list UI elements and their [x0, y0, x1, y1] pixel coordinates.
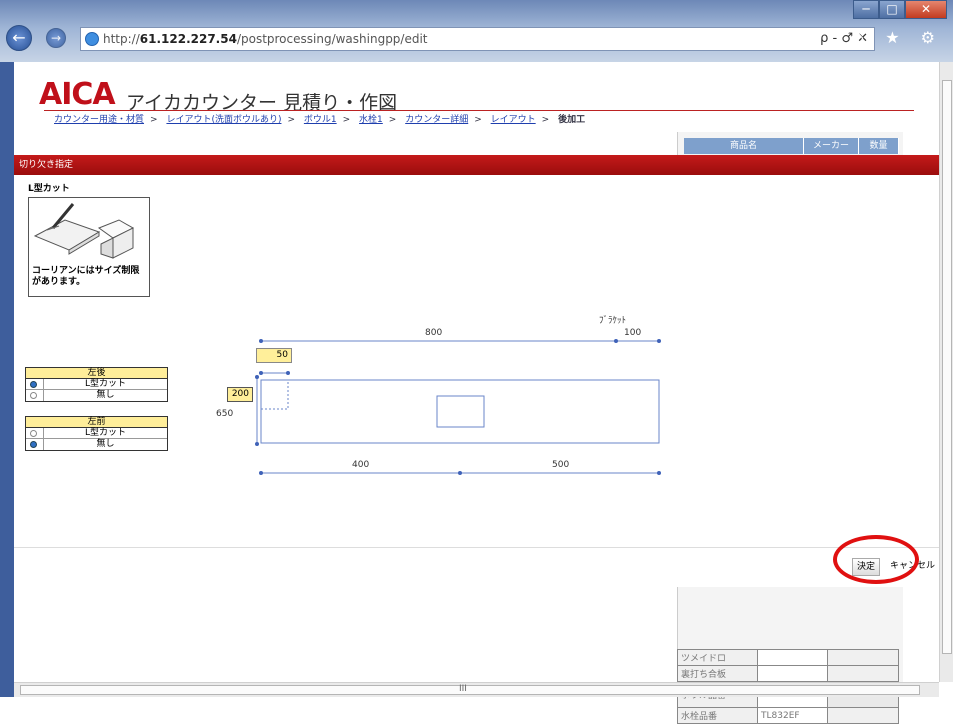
dim-point	[657, 471, 661, 475]
forward-button[interactable]: →	[46, 28, 66, 48]
dim-point	[286, 371, 290, 375]
table-cell: TL832EF	[757, 707, 828, 724]
cut-width-input[interactable]: 50	[256, 348, 292, 363]
address-bar[interactable]: http://61.122.227.54/postprocessing/wash…	[80, 27, 875, 51]
breadcrumb-layout-bowl[interactable]: レイアウト(洗面ボウルあり)	[166, 115, 281, 125]
dim-point	[255, 442, 259, 446]
dim-top-total: 800	[425, 328, 443, 338]
url-path: /postprocessing/washingpp/edit	[236, 32, 428, 46]
minimize-button[interactable]: ─	[853, 0, 879, 19]
table-cell	[757, 665, 828, 682]
horizontal-scrollbar[interactable]: III	[14, 682, 939, 697]
dim-bottom-left: 400	[352, 460, 370, 470]
back-arrow-icon: ←	[12, 28, 26, 47]
table-row: ツメイドロ	[677, 649, 899, 666]
dim-point	[255, 375, 259, 379]
breadcrumb-sep: >	[342, 115, 351, 125]
col-product-name: 商品名	[684, 138, 804, 154]
breadcrumb-sep: >	[150, 115, 158, 125]
table-cell	[827, 665, 899, 682]
breadcrumb-sep: >	[388, 115, 397, 125]
bowl-outline	[436, 395, 485, 428]
table-cell: ツメイドロ	[677, 649, 758, 666]
forward-arrow-icon: →	[50, 31, 62, 45]
breadcrumb: カウンター用途・材質 > レイアウト(洗面ボウルあり) > ボウル1 > 水栓1 > カ…	[54, 112, 591, 125]
table-cell: 裏打ち合板	[677, 665, 758, 682]
dim-point	[657, 339, 661, 343]
scroll-thumb[interactable]	[942, 80, 952, 654]
back-button[interactable]: ←	[6, 25, 32, 51]
dim-point	[259, 471, 263, 475]
table-cell	[757, 649, 828, 666]
dim-depth: 650	[216, 409, 234, 419]
breadcrumb-current: 後加工	[558, 115, 586, 125]
col-maker: メーカー	[804, 138, 859, 154]
side-table-header: 商品名 メーカー 数量	[684, 138, 899, 154]
breadcrumb-layout[interactable]: レイアウト	[491, 115, 536, 125]
toolbar-home-favorites-tools-icons[interactable]: ⌂ ★ ⚙	[854, 28, 943, 47]
highlight-circle-annotation	[833, 535, 919, 584]
notch-dialog: 切り欠き指定 L型カット コーリアンにはサイズ制限があります。 左後 L型カット…	[14, 155, 939, 587]
dim-point	[458, 471, 462, 475]
dialog-footer	[14, 547, 939, 587]
table-row: 裏打ち合板	[677, 665, 899, 682]
bracket-label: ﾌﾞﾗｹｯﾄ	[599, 316, 627, 326]
window-controls: ─ □ ✕	[853, 0, 947, 20]
dim-point	[614, 339, 618, 343]
cut-depth-input[interactable]: 200	[227, 387, 253, 402]
maximize-button[interactable]: □	[879, 0, 905, 19]
vertical-scrollbar[interactable]	[939, 62, 953, 682]
site-favicon-icon	[85, 32, 99, 46]
breadcrumb-usage[interactable]: カウンター用途・材質	[54, 115, 144, 125]
breadcrumb-bowl1[interactable]: ボウル1	[304, 115, 337, 125]
counter-outline	[260, 379, 660, 444]
counter-drawing	[255, 339, 661, 475]
table-cell	[827, 707, 899, 724]
url-host: 61.122.227.54	[139, 32, 237, 46]
aica-logo: AICA	[39, 77, 116, 112]
table-cell	[827, 649, 899, 666]
breadcrumb-faucet1[interactable]: 水栓1	[359, 115, 383, 125]
table-row: 水栓品番 TL832EF	[677, 707, 899, 724]
title-divider	[44, 110, 914, 111]
lcut-notch-outline	[261, 380, 289, 410]
breadcrumb-sep: >	[541, 115, 550, 125]
dim-point	[259, 371, 263, 375]
table-cell: 水栓品番	[677, 707, 758, 724]
browser-chrome: ─ □ ✕ ← → http://61.122.227.54/postproce…	[0, 0, 953, 62]
dim-bottom-right: 500	[552, 460, 570, 470]
breadcrumb-counter-detail[interactable]: カウンター詳細	[405, 115, 468, 125]
scroll-grip-icon: III	[459, 684, 467, 694]
window-frame	[0, 62, 14, 697]
scroll-thumb[interactable]	[20, 685, 920, 695]
col-quantity: 数量	[859, 138, 899, 154]
dim-point	[259, 339, 263, 343]
url-prefix: http://	[103, 32, 140, 46]
close-button[interactable]: ✕	[905, 0, 947, 19]
breadcrumb-sep: >	[287, 115, 296, 125]
dim-top-bracket: 100	[624, 328, 642, 338]
breadcrumb-sep: >	[474, 115, 482, 125]
